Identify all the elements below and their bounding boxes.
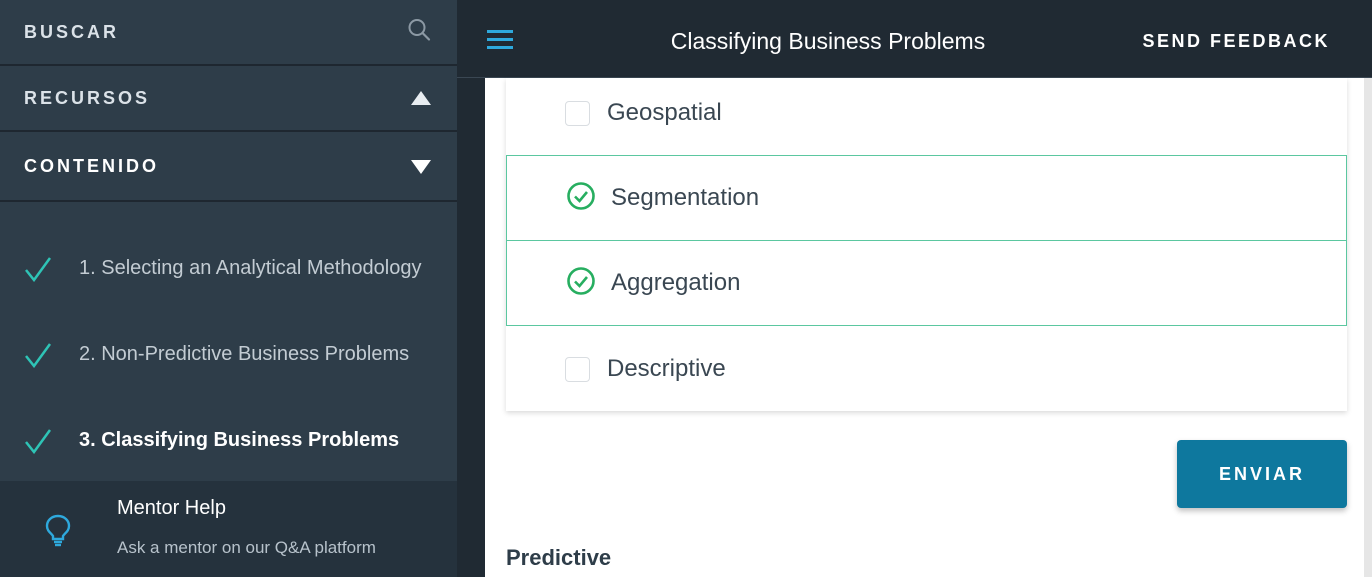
lightbulb-icon [44,513,72,552]
option-label: Aggregation [611,269,741,296]
search-icon[interactable] [407,18,431,47]
top-bar: Classifying Business Problems SEND FEEDB… [457,0,1372,78]
sidebar: BUSCAR RECURSOS CONTENIDO 1. Selecting a… [0,0,457,577]
lesson-label: 3. Classifying Business Problems [79,428,400,451]
lesson-label: 1. Selecting an Analytical Methodology [79,256,422,279]
quiz-option-segmentation[interactable]: Segmentation [506,155,1347,241]
checkmark-icon [24,342,52,373]
quiz-option-descriptive[interactable]: Descriptive [506,326,1347,412]
submit-button[interactable]: ENVIAR [1177,440,1347,508]
lesson-list: 1. Selecting an Analytical Methodology 2… [0,202,457,482]
quiz-option-aggregation[interactable]: Aggregation [506,240,1347,326]
scrollbar[interactable] [1364,78,1372,577]
option-label: Segmentation [611,184,760,211]
check-circle-icon[interactable] [566,266,596,301]
page-title: Classifying Business Problems [670,28,986,54]
quiz-option-geospatial[interactable]: Geospatial [506,70,1347,156]
triangle-down-icon [411,159,431,174]
resources-label: RECURSOS [24,87,151,108]
search-label: BUSCAR [24,21,120,42]
lesson-item-3[interactable]: 3. Classifying Business Problems [0,420,457,460]
resources-toggle[interactable]: RECURSOS [0,66,457,132]
search-row[interactable]: BUSCAR [0,0,457,66]
lesson-label: 2. Non-Predictive Business Problems [79,342,410,365]
checkbox[interactable] [565,356,590,382]
checkmark-icon [24,256,52,287]
mentor-help-title: Mentor Help [117,497,226,519]
main-content: Geospatial Segmentation Aggregation Desc… [485,78,1371,577]
contents-label: CONTENIDO [24,156,159,176]
option-label: Descriptive [607,355,726,382]
section-heading: Predictive [506,545,612,570]
check-circle-icon[interactable] [566,181,596,216]
checkbox[interactable] [565,100,590,126]
send-feedback-button[interactable]: SEND FEEDBACK [1142,31,1330,52]
option-label: Geospatial [607,99,722,126]
triangle-up-icon [411,91,431,105]
quiz-options-card: Geospatial Segmentation Aggregation Desc… [506,78,1347,411]
contents-toggle[interactable]: CONTENIDO [0,133,457,202]
checkmark-icon [24,428,52,459]
mentor-help-subtitle: Ask a mentor on our Q&A platform [117,538,376,557]
lesson-item-1[interactable]: 1. Selecting an Analytical Methodology [0,248,457,288]
lesson-item-2[interactable]: 2. Non-Predictive Business Problems [0,334,457,374]
mentor-help[interactable]: Mentor Help Ask a mentor on our Q&A plat… [0,481,457,577]
panel-divider [457,0,485,577]
